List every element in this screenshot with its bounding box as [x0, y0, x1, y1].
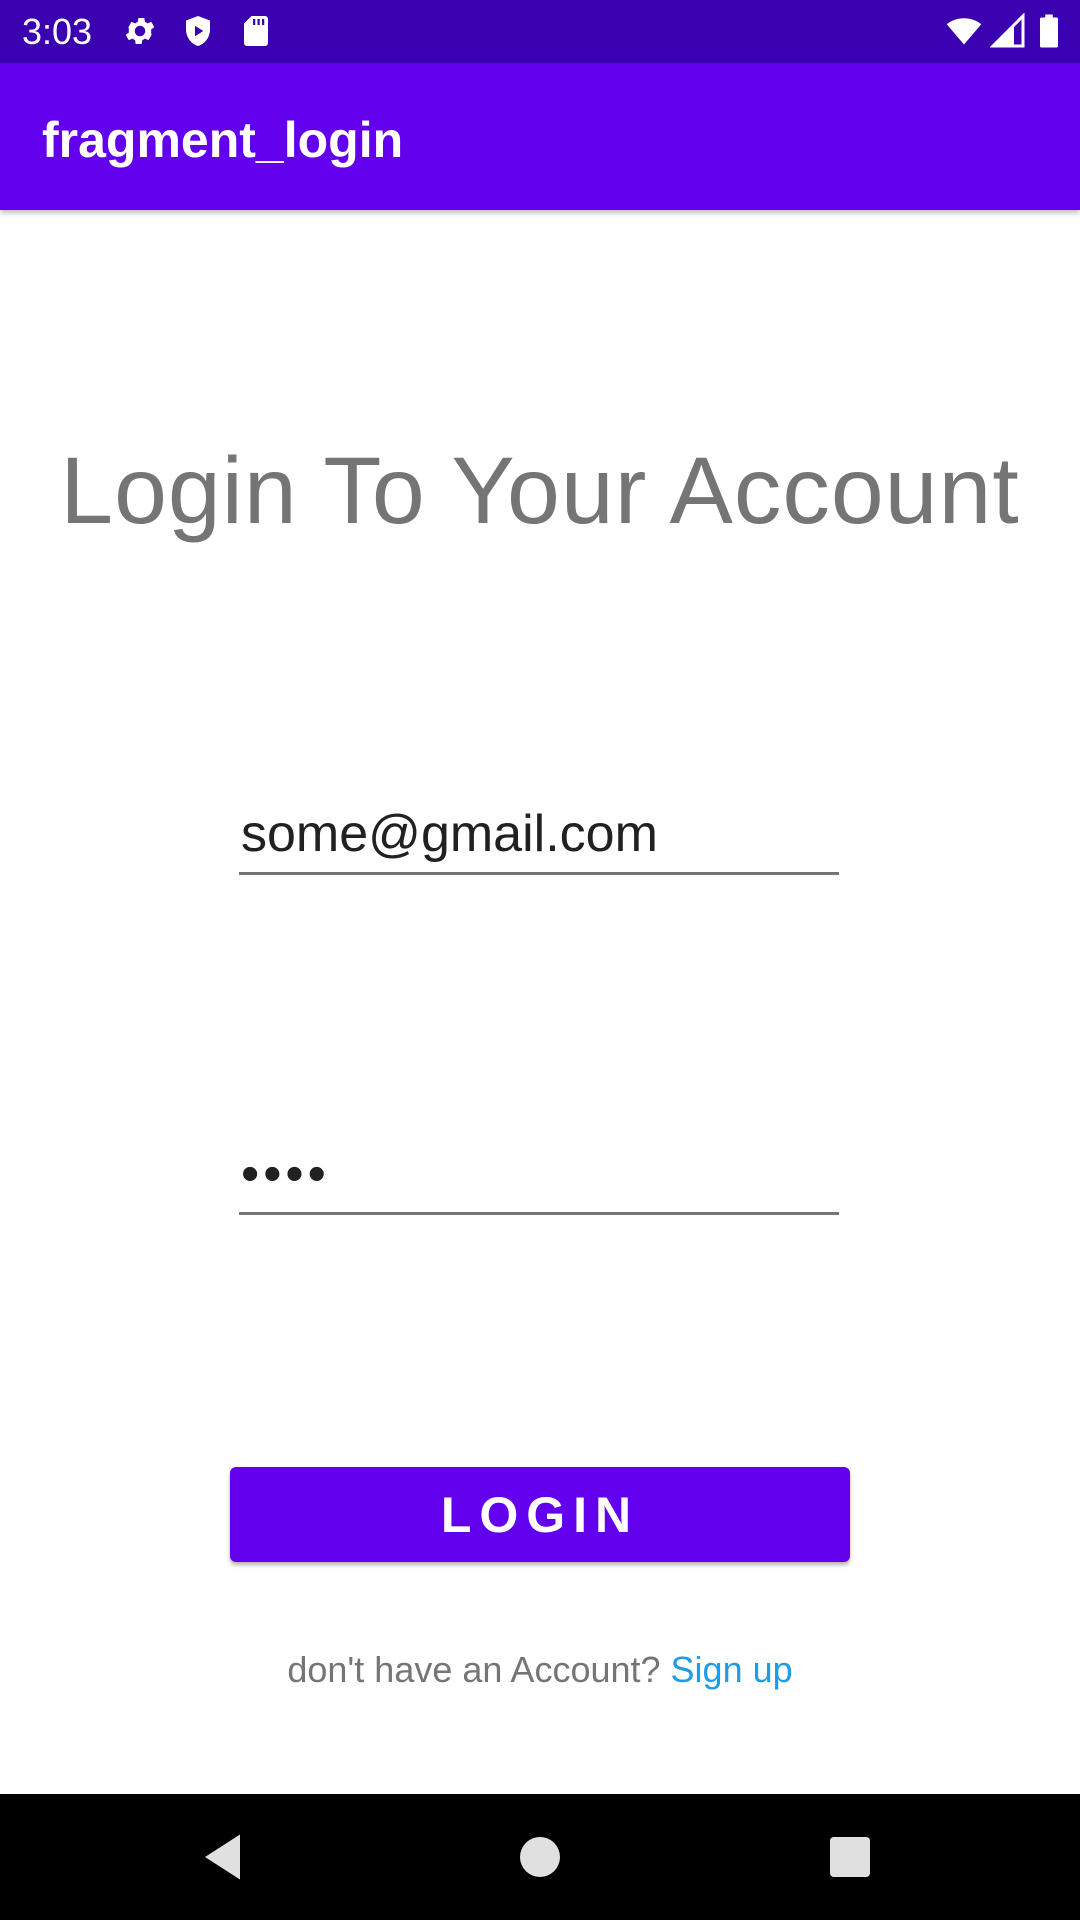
- shield-play-icon: [180, 13, 216, 49]
- page-title: Login To Your Account: [60, 438, 1020, 544]
- signup-prompt-row: don't have an Account? Sign up: [0, 1645, 1080, 1695]
- recents-icon[interactable]: [820, 1827, 880, 1887]
- wifi-icon: [944, 13, 984, 49]
- navigation-bar: [0, 1794, 1080, 1920]
- battery-icon: [1036, 13, 1062, 49]
- sd-card-icon: [238, 13, 274, 49]
- app-title: fragment_login: [42, 112, 404, 168]
- email-field[interactable]: [239, 795, 839, 875]
- app-bar: fragment_login: [0, 63, 1080, 210]
- login-button[interactable]: LOGIN: [230, 1467, 850, 1562]
- back-icon[interactable]: [195, 1827, 255, 1887]
- status-bar: 3:03: [0, 0, 1080, 63]
- signup-link[interactable]: Sign up: [671, 1649, 793, 1690]
- signup-prompt-text: don't have an Account?: [287, 1649, 671, 1690]
- home-icon[interactable]: [510, 1827, 570, 1887]
- login-screen: 3:03 fragment_login Login To Your Accoun…: [0, 0, 1080, 1920]
- signal-icon: [990, 13, 1026, 49]
- password-field[interactable]: [239, 1135, 839, 1215]
- status-time: 3:03: [22, 11, 93, 52]
- gear-icon: [122, 13, 158, 49]
